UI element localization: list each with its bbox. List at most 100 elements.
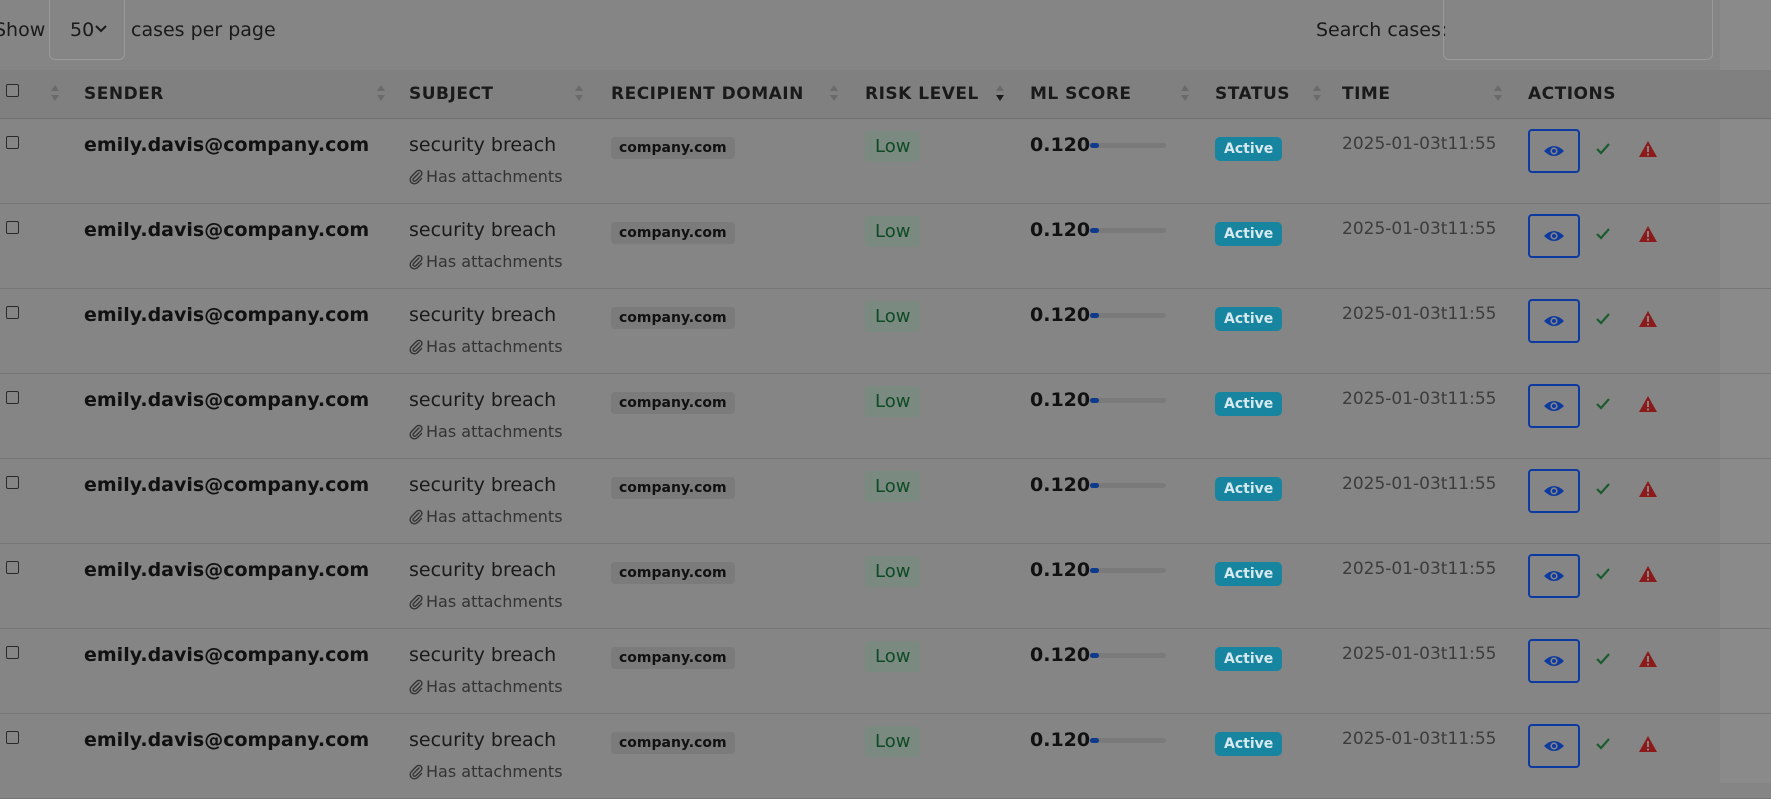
row-checkbox[interactable] xyxy=(6,560,19,574)
attachments-label: Has attachments xyxy=(426,166,563,186)
flag-threat-button[interactable] xyxy=(1637,733,1659,755)
ml-score-value: 0.120 xyxy=(1030,388,1091,411)
subject-text: security breach xyxy=(409,643,557,666)
per-page-label: cases per page xyxy=(131,19,276,41)
recipient-domain-badge: company.com xyxy=(611,731,735,754)
table-row[interactable]: emily.davis@company.com security breach … xyxy=(0,543,1771,629)
status-badge: Active xyxy=(1215,561,1283,586)
eye-icon xyxy=(1544,570,1564,581)
flag-threat-button[interactable] xyxy=(1637,563,1659,585)
warning-triangle-icon xyxy=(1639,395,1657,412)
ml-score-bar xyxy=(1090,227,1166,233)
flag-threat-button[interactable] xyxy=(1637,648,1659,670)
approve-button[interactable] xyxy=(1592,393,1614,415)
subject-text: security breach xyxy=(409,558,557,581)
ml-score-bar-fill xyxy=(1090,142,1099,148)
select-all-checkbox[interactable] xyxy=(6,84,19,97)
view-case-button[interactable] xyxy=(1528,638,1580,683)
row-checkbox[interactable] xyxy=(6,390,19,404)
ml-score-value: 0.120 xyxy=(1030,303,1091,326)
warning-triangle-icon xyxy=(1639,480,1657,497)
sort-icon xyxy=(1181,85,1189,101)
sender-email: emily.davis@company.com xyxy=(84,643,370,666)
recipient-domain-badge: company.com xyxy=(611,391,735,414)
table-header-row: SENDER SUBJECT RECIPIENT DOMAIN RISK LEV… xyxy=(0,70,1771,119)
approve-button[interactable] xyxy=(1592,563,1614,585)
attachments-indicator: Has attachments xyxy=(409,762,563,781)
attachments-indicator: Has attachments xyxy=(409,507,563,526)
risk-level-badge: Low xyxy=(865,385,921,417)
sort-icon[interactable] xyxy=(50,83,60,103)
attachments-indicator: Has attachments xyxy=(409,422,563,441)
view-case-button[interactable] xyxy=(1528,553,1580,598)
per-page-select[interactable]: 50 xyxy=(49,0,125,60)
status-badge: Active xyxy=(1215,646,1283,671)
view-case-button[interactable] xyxy=(1528,128,1580,173)
row-checkbox[interactable] xyxy=(6,730,19,744)
attachments-indicator: Has attachments xyxy=(409,167,563,186)
ml-score-value: 0.120 xyxy=(1030,473,1091,496)
flag-threat-button[interactable] xyxy=(1637,478,1659,500)
table-row[interactable]: emily.davis@company.com security breach … xyxy=(0,458,1771,544)
attachments-label: Has attachments xyxy=(426,676,563,696)
attachments-label: Has attachments xyxy=(426,761,563,781)
view-case-button[interactable] xyxy=(1528,723,1580,768)
column-header-ml-score[interactable]: ML SCORE xyxy=(1030,70,1215,119)
approve-button[interactable] xyxy=(1592,223,1614,245)
table-row[interactable]: emily.davis@company.com security breach … xyxy=(0,288,1771,374)
column-header-label: SUBJECT xyxy=(409,84,494,104)
table-row[interactable]: emily.davis@company.com security breach … xyxy=(0,628,1771,714)
sender-email: emily.davis@company.com xyxy=(84,133,370,156)
table-row[interactable]: emily.davis@company.com security breach … xyxy=(0,373,1771,459)
ml-score-value: 0.120 xyxy=(1030,728,1091,751)
status-badge: Active xyxy=(1215,476,1283,501)
row-checkbox[interactable] xyxy=(6,475,19,489)
table-row[interactable]: emily.davis@company.com security breach … xyxy=(0,118,1771,204)
sort-icon xyxy=(377,85,385,101)
ml-score-bar-fill xyxy=(1090,482,1099,488)
paperclip-icon xyxy=(409,254,423,270)
timestamp: 2025-01-03t11:55 xyxy=(1342,728,1497,749)
subject-text: security breach xyxy=(409,218,557,241)
approve-button[interactable] xyxy=(1592,648,1614,670)
table-controls: Show 50 cases per page Search cases: xyxy=(0,0,1720,64)
view-case-button[interactable] xyxy=(1528,383,1580,428)
flag-threat-button[interactable] xyxy=(1637,138,1659,160)
check-icon xyxy=(1596,227,1610,240)
row-checkbox[interactable] xyxy=(6,220,19,234)
flag-threat-button[interactable] xyxy=(1637,393,1659,415)
table-row[interactable]: emily.davis@company.com security breach … xyxy=(0,203,1771,289)
column-header-sender[interactable]: SENDER xyxy=(84,70,409,119)
table-row[interactable]: emily.davis@company.com security breach … xyxy=(0,713,1771,799)
timestamp: 2025-01-03t11:55 xyxy=(1342,558,1497,579)
sender-email: emily.davis@company.com xyxy=(84,473,370,496)
attachments-label: Has attachments xyxy=(426,251,563,271)
search-input[interactable] xyxy=(1443,0,1713,60)
view-case-button[interactable] xyxy=(1528,213,1580,258)
flag-threat-button[interactable] xyxy=(1637,308,1659,330)
column-header-status[interactable]: STATUS xyxy=(1215,70,1342,119)
risk-level-badge: Low xyxy=(865,640,921,672)
sort-desc-icon xyxy=(996,85,1004,101)
sender-email: emily.davis@company.com xyxy=(84,728,370,751)
approve-button[interactable] xyxy=(1592,138,1614,160)
ml-score-bar-fill xyxy=(1090,652,1099,658)
column-header-time[interactable]: TIME xyxy=(1342,70,1528,119)
sort-icon xyxy=(575,85,583,101)
approve-button[interactable] xyxy=(1592,478,1614,500)
column-header-subject[interactable]: SUBJECT xyxy=(409,70,611,119)
recipient-domain-badge: company.com xyxy=(611,306,735,329)
view-case-button[interactable] xyxy=(1528,468,1580,513)
row-checkbox[interactable] xyxy=(6,645,19,659)
column-header-risk-level[interactable]: RISK LEVEL xyxy=(865,70,1030,119)
approve-button[interactable] xyxy=(1592,308,1614,330)
row-checkbox[interactable] xyxy=(6,305,19,319)
column-header-recipient-domain[interactable]: RECIPIENT DOMAIN xyxy=(611,70,865,119)
view-case-button[interactable] xyxy=(1528,298,1580,343)
check-icon xyxy=(1596,482,1610,495)
recipient-domain-badge: company.com xyxy=(611,221,735,244)
approve-button[interactable] xyxy=(1592,733,1614,755)
risk-level-badge: Low xyxy=(865,300,921,332)
row-checkbox[interactable] xyxy=(6,135,19,149)
flag-threat-button[interactable] xyxy=(1637,223,1659,245)
